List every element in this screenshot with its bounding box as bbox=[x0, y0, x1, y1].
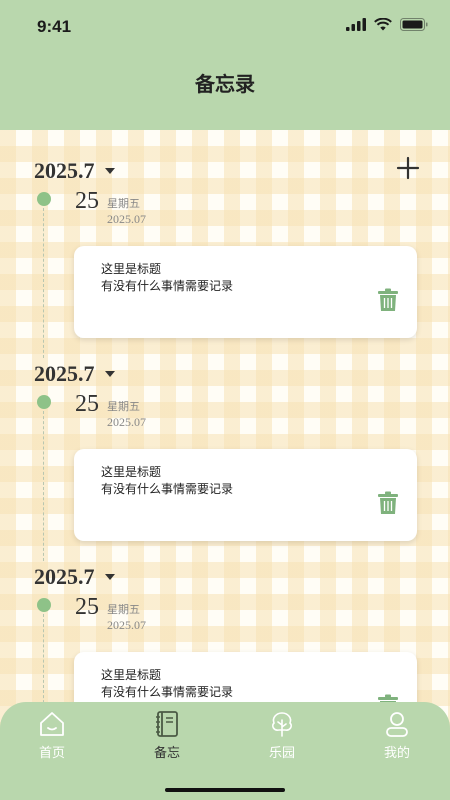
memo-card[interactable]: 这里是标题 有没有什么事情需要记录 bbox=[74, 449, 417, 541]
caret-down-icon bbox=[104, 574, 115, 580]
month-selector[interactable]: 2025.7 bbox=[34, 158, 115, 184]
timeline-line bbox=[43, 411, 44, 561]
timeline-dot bbox=[37, 598, 51, 612]
month-selector[interactable]: 2025.7 bbox=[34, 361, 115, 387]
month-label: 2025.7 bbox=[34, 158, 95, 183]
memo-section: 2025.7 25 星期五 2025.07 这里是标题 有没有什么事情需要记录 bbox=[0, 158, 450, 361]
tab-home[interactable]: 首页 bbox=[12, 710, 92, 761]
date-label: 2025.07 bbox=[107, 618, 146, 632]
month-label: 2025.7 bbox=[34, 361, 95, 386]
trash-icon[interactable] bbox=[377, 288, 399, 312]
day-number: 25 bbox=[75, 391, 99, 417]
month-selector[interactable]: 2025.7 bbox=[34, 564, 115, 590]
day-number: 25 bbox=[75, 594, 99, 620]
status-icons bbox=[346, 18, 428, 31]
memo-list[interactable]: 2025.7 25 星期五 2025.07 这里是标题 有没有什么事情需要记录 … bbox=[0, 130, 450, 800]
date-label: 2025.07 bbox=[107, 415, 146, 429]
day-number: 25 bbox=[75, 188, 99, 214]
notebook-icon bbox=[156, 711, 178, 737]
tab-label: 我的 bbox=[383, 745, 410, 760]
memo-title: 这里是标题 bbox=[101, 262, 162, 276]
tab-label: 乐园 bbox=[268, 745, 295, 760]
tab-memo[interactable]: 备忘 bbox=[127, 710, 207, 761]
wifi-icon bbox=[374, 18, 392, 31]
home-icon bbox=[40, 712, 64, 736]
memo-body: 有没有什么事情需要记录 bbox=[101, 685, 234, 699]
caret-down-icon bbox=[104, 168, 115, 174]
memo-body: 有没有什么事情需要记录 bbox=[101, 482, 234, 496]
month-label: 2025.7 bbox=[34, 564, 95, 589]
weekday-label: 星期五 bbox=[107, 400, 140, 413]
timeline-line bbox=[43, 208, 44, 358]
signal-icon bbox=[346, 18, 366, 31]
status-time: 9:41 bbox=[37, 17, 72, 36]
caret-down-icon bbox=[104, 371, 115, 377]
memo-title: 这里是标题 bbox=[101, 668, 162, 682]
memo-body: 有没有什么事情需要记录 bbox=[101, 279, 234, 293]
weekday-label: 星期五 bbox=[107, 197, 140, 210]
tab-bar: 首页 备忘 乐园 我的 bbox=[0, 702, 450, 800]
user-icon bbox=[386, 712, 408, 737]
timeline-dot bbox=[37, 395, 51, 409]
timeline-dot bbox=[37, 192, 51, 206]
battery-icon bbox=[400, 18, 428, 31]
trash-icon[interactable] bbox=[377, 491, 399, 515]
date-label: 2025.07 bbox=[107, 212, 146, 226]
memo-card[interactable]: 这里是标题 有没有什么事情需要记录 bbox=[74, 246, 417, 338]
tab-mine[interactable]: 我的 bbox=[357, 710, 437, 761]
tab-label: 备忘 bbox=[153, 745, 180, 760]
page-title: 备忘录 bbox=[195, 74, 255, 96]
home-indicator bbox=[165, 788, 285, 792]
tab-label: 首页 bbox=[38, 745, 65, 760]
weekday-label: 星期五 bbox=[107, 603, 140, 616]
tab-park[interactable]: 乐园 bbox=[242, 710, 322, 761]
memo-title: 这里是标题 bbox=[101, 465, 162, 479]
tree-icon bbox=[272, 712, 292, 737]
header: 9:41 备忘录 bbox=[0, 0, 450, 130]
memo-section: 2025.7 25 星期五 2025.07 这里是标题 有没有什么事情需要记录 bbox=[0, 361, 450, 564]
